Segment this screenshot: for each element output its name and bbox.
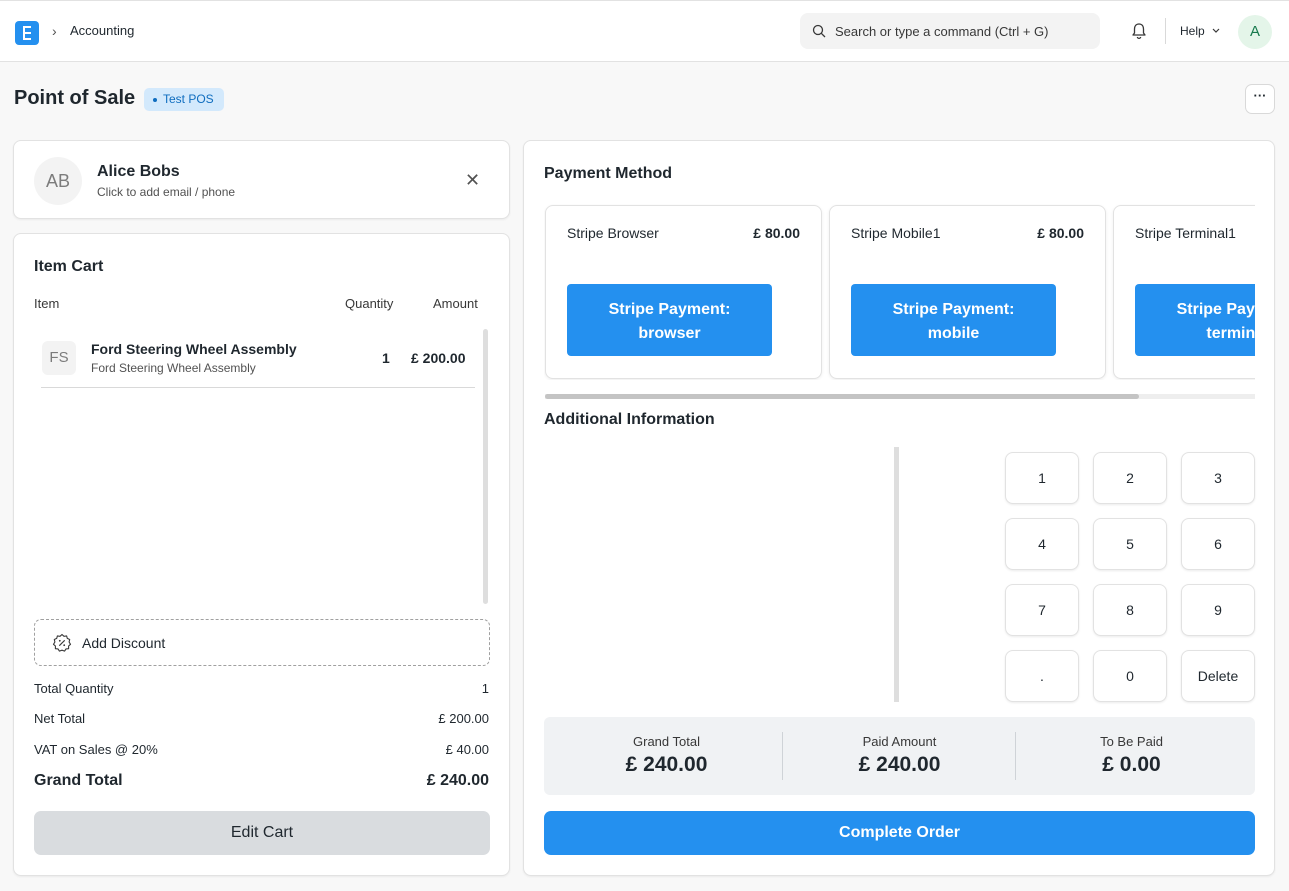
button-label-line2: mobile — [927, 325, 980, 342]
payment-method-title: Payment Method — [544, 165, 673, 182]
badge-label: Test POS — [163, 92, 214, 106]
methods-scrollbar[interactable] — [545, 394, 1139, 399]
grand-total-value: £ 240.00 — [426, 772, 489, 789]
breadcrumb-accounting[interactable]: Accounting — [70, 23, 134, 38]
search-bar[interactable]: Search or type a command (Ctrl + G) — [800, 13, 1100, 49]
keypad-key-0[interactable]: 0 — [1093, 650, 1167, 702]
item-quantity: 1 — [382, 350, 390, 366]
item-amount: £ 200.00 — [411, 350, 466, 366]
keypad-key-5[interactable]: 5 — [1093, 518, 1167, 570]
customer-card[interactable]: AB Alice Bobs Click to add email / phone… — [13, 140, 510, 219]
keypad-key-3[interactable]: 3 — [1181, 452, 1255, 504]
totals-grand-total-label: Grand Total — [633, 734, 700, 749]
button-label-line2: browser — [638, 325, 701, 342]
stripe-payment-terminal-button[interactable]: Stripe Payment: terminal — [1135, 284, 1255, 356]
customer-avatar: AB — [34, 157, 82, 205]
keypad-key-8[interactable]: 8 — [1093, 584, 1167, 636]
pos-profile-badge: Test POS — [144, 88, 224, 111]
grand-total-label: Grand Total — [34, 772, 123, 789]
user-avatar[interactable]: A — [1238, 15, 1272, 49]
totals-paid-amount-value: £ 240.00 — [858, 753, 941, 776]
cart-title: Item Cart — [34, 258, 104, 275]
payment-method-stripe-mobile[interactable]: Stripe Mobile1 £ 80.00 Stripe Payment: mo… — [829, 205, 1106, 379]
cart-scrollbar[interactable] — [483, 329, 488, 604]
totals-to-be-paid-value: £ 0.00 — [1102, 753, 1161, 776]
total-quantity-value: 1 — [481, 681, 489, 696]
add-discount-button[interactable]: Add Discount — [34, 619, 490, 666]
customer-name: Alice Bobs — [97, 163, 180, 180]
method-amount: £ 80.00 — [1037, 225, 1084, 241]
net-total-label: Net Total — [34, 711, 86, 726]
method-name: Stripe Mobile1 — [851, 225, 941, 241]
navbar-divider — [1165, 18, 1166, 44]
payment-method-stripe-browser[interactable]: Stripe Browser £ 80.00 Stripe Payment: br… — [545, 205, 822, 379]
item-divider — [41, 387, 475, 388]
method-name: Stripe Terminal1 — [1135, 225, 1236, 241]
search-input[interactable]: Search or type a command (Ctrl + G) — [835, 24, 1049, 39]
totals-paid-amount-label: Paid Amount — [862, 734, 937, 749]
total-quantity-label: Total Quantity — [34, 681, 114, 696]
page-title: Point of Sale — [14, 87, 136, 109]
totals-grand-total-value: £ 240.00 — [625, 753, 708, 776]
keypad-key-6[interactable]: 6 — [1181, 518, 1255, 570]
column-header-quantity: Quantity — [345, 296, 394, 311]
item-name[interactable]: Ford Steering Wheel Assembly — [91, 341, 297, 357]
button-label-line2: terminal — [1206, 325, 1255, 342]
totals-paid-amount: Paid Amount £ 240.00 — [783, 717, 1016, 795]
keypad-key-9[interactable]: 9 — [1181, 584, 1255, 636]
button-label-line1: Stripe Payment: — [608, 301, 731, 318]
keypad-key-7[interactable]: 7 — [1005, 584, 1079, 636]
payment-card: Payment Method Stripe Browser £ 80.00 St… — [523, 140, 1275, 876]
discount-icon — [52, 633, 72, 652]
bell-icon[interactable] — [1129, 21, 1149, 41]
payment-methods-row: Stripe Browser £ 80.00 Stripe Payment: br… — [544, 204, 1255, 380]
chevron-down-icon[interactable] — [1212, 28, 1220, 34]
search-icon — [812, 24, 826, 38]
method-name: Stripe Browser — [567, 225, 659, 241]
payment-method-stripe-terminal[interactable]: Stripe Terminal1 Stripe Payment: terminal — [1113, 205, 1255, 379]
payment-totals: Grand Total £ 240.00 Paid Amount £ 240.0… — [544, 717, 1255, 795]
keypad-key-delete[interactable]: Delete — [1181, 650, 1255, 702]
keypad-key-2[interactable]: 2 — [1093, 452, 1167, 504]
stripe-payment-browser-button[interactable]: Stripe Payment: browser — [567, 284, 772, 356]
navbar: › Accounting Search or type a command (C… — [0, 0, 1289, 62]
column-header-item: Item — [34, 296, 60, 311]
button-label-line1: Stripe Payment: — [1176, 301, 1255, 318]
method-amount: £ 80.00 — [753, 225, 800, 241]
vat-label: VAT on Sales @ 20% — [34, 742, 158, 757]
stripe-payment-mobile-button[interactable]: Stripe Payment: mobile — [851, 284, 1056, 356]
chevron-right-icon: › — [52, 23, 57, 39]
totals-grand-total: Grand Total £ 240.00 — [550, 717, 783, 795]
complete-order-button[interactable]: Complete Order — [544, 811, 1255, 855]
item-cart-card: Item Cart Item Quantity Amount FS Ford S… — [13, 233, 510, 876]
customer-contact-hint[interactable]: Click to add email / phone — [97, 185, 235, 199]
keypad-key-4[interactable]: 4 — [1005, 518, 1079, 570]
edit-cart-button[interactable]: Edit Cart — [34, 811, 490, 855]
vat-value: £ 40.00 — [445, 742, 489, 757]
totals-to-be-paid: To Be Paid £ 0.00 — [1015, 717, 1248, 795]
keypad-key-decimal[interactable]: . — [1005, 650, 1079, 702]
button-label-line1: Stripe Payment: — [892, 301, 1015, 318]
item-avatar: FS — [42, 341, 76, 375]
app-logo-icon[interactable] — [15, 21, 39, 45]
item-description: Ford Steering Wheel Assembly — [91, 361, 256, 375]
keypad-key-1[interactable]: 1 — [1005, 452, 1079, 504]
totals-to-be-paid-label: To Be Paid — [1100, 734, 1163, 749]
additional-information-title: Additional Information — [544, 411, 715, 428]
more-actions-button[interactable]: ··· — [1245, 84, 1275, 114]
add-discount-label: Add Discount — [82, 635, 166, 651]
column-header-amount: Amount — [433, 296, 478, 311]
additional-info-scrollbar[interactable] — [894, 447, 899, 702]
net-total-value: £ 200.00 — [438, 711, 489, 726]
status-dot — [153, 97, 157, 102]
close-icon[interactable]: ✕ — [465, 171, 480, 189]
help-menu[interactable]: Help — [1180, 24, 1205, 38]
